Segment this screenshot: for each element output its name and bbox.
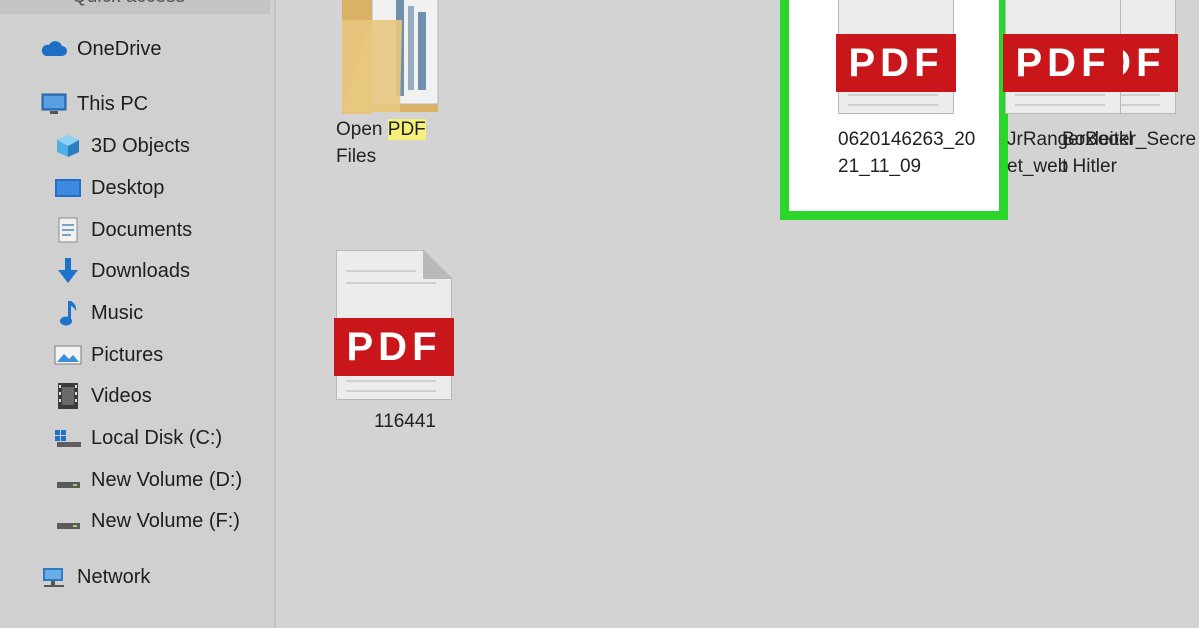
videos-icon [54,383,82,409]
file-name-line1: JrRangerBookl [1007,129,1133,150]
file-list-area: Open PDF Files PDF 0620146263_20 21_11_0… [278,0,1199,628]
pdf-file-icon: PDF [836,0,956,114]
file-name: 116441 [374,411,436,432]
sidebar-item-new-volume-f[interactable]: New Volume (F:) [54,504,240,538]
sidebar-item-downloads[interactable]: Downloads [54,254,190,288]
desktop-icon [54,175,82,201]
sidebar-item-network[interactable]: Network [40,560,150,594]
sidebar-item-this-pc[interactable]: This PC [40,87,148,121]
sidebar-item-label: This PC [77,92,149,115]
sidebar-item-desktop[interactable]: Desktop [54,171,164,205]
file-name-line2: 21_11_09 [838,156,922,177]
sidebar-item-label: Music [91,301,144,324]
pdf-file-icon: PDF [334,249,454,400]
sidebar-item-quick-access[interactable]: Quick access [0,0,270,14]
sidebar-item-label: Pictures [91,343,164,366]
sidebar-item-label: Network [77,565,151,588]
sidebar-item-label: Documents [91,218,193,241]
pdf-file-icon: PDF [1003,0,1123,114]
sidebar-item-label: Local Disk (C:) [91,426,223,449]
pdf-badge: PDF [334,318,454,376]
sidebar-item-3d-objects[interactable]: 3D Objects [54,129,190,163]
sidebar-item-pictures[interactable]: Pictures [54,338,163,372]
folder-name-part: Open [336,119,388,140]
file-name: JrRangerBookl et_web [1007,126,1133,180]
cube-icon [54,133,82,159]
pictures-icon [54,342,82,368]
download-arrow-icon [54,258,82,284]
sidebar-item-local-disk-c[interactable]: Local Disk (C:) [54,421,222,455]
pdf-badge: PDF [1003,34,1123,92]
sidebar-item-label: Desktop [91,176,165,199]
folder-icon [338,0,454,123]
sidebar-item-music[interactable]: Music [54,296,143,330]
navigation-pane: Quick access OneDrive This PC 3D Objects… [0,0,276,628]
search-highlight: PDF [387,119,426,140]
file-name: 0620146263_20 21_11_09 [838,126,975,180]
windows-drive-icon [54,425,82,451]
sidebar-item-onedrive[interactable]: OneDrive [40,32,161,66]
file-name-line1: 0620146263_20 [838,129,976,150]
computer-icon [40,91,68,117]
network-icon [40,564,68,590]
sidebar-item-label: Downloads [91,259,190,282]
music-note-icon [54,300,82,326]
drive-icon [54,508,82,534]
documents-icon [54,217,82,243]
folder-name-line2: Files [336,146,377,167]
file-item-116441[interactable]: PDF 116441 [334,249,476,450]
folder-name: Open PDF Files [336,116,426,170]
sidebar-item-label: OneDrive [77,37,162,60]
sidebar-item-label: Videos [91,384,152,407]
file-item-0620146263[interactable]: PDF 0620146263_20 21_11_09 [836,0,976,194]
file-name-line2: et_web [1007,156,1069,177]
sidebar-item-label: New Volume (F:) [91,509,240,532]
file-item-jrrangerbooklet[interactable]: PDF JrRangerBookl et_web [1003,0,1155,194]
pdf-badge: PDF [836,34,956,92]
cloud-icon [40,36,68,62]
sidebar-item-label: New Volume (D:) [91,468,243,491]
drive-icon [54,467,82,493]
folder-item-open-pdf-files[interactable]: Open PDF Files [334,0,464,190]
sidebar-item-label: Quick access [72,0,185,8]
sidebar-item-new-volume-d[interactable]: New Volume (D:) [54,463,242,497]
sidebar-item-videos[interactable]: Videos [54,379,152,413]
sidebar-item-documents[interactable]: Documents [54,213,192,247]
sidebar-item-label: 3D Objects [91,134,190,157]
